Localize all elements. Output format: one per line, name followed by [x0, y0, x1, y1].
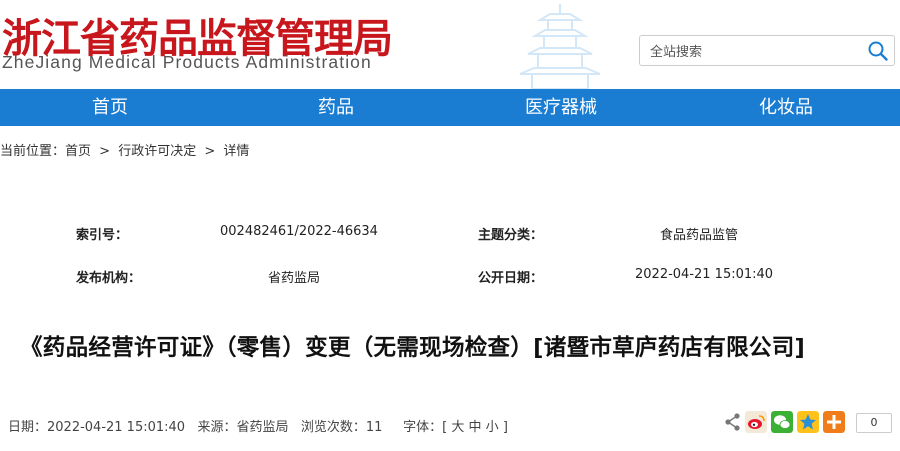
- index-label: 索引号：: [76, 228, 129, 243]
- breadcrumb-home[interactable]: 首页: [65, 144, 91, 159]
- font-size-label: 字体：[: [403, 420, 448, 435]
- search-box: [639, 35, 895, 66]
- font-size-medium[interactable]: 中: [469, 420, 482, 435]
- more-share-icon[interactable]: [823, 411, 845, 433]
- breadcrumb: 当前位置：首页 > 行政许可决定 > 详情: [0, 140, 253, 159]
- topic-value: 食品药品监管: [660, 228, 739, 243]
- share-icon[interactable]: [724, 411, 742, 433]
- publisher-label: 发布机构：: [76, 271, 142, 286]
- share-count: 0: [856, 413, 892, 433]
- wechat-icon[interactable]: [771, 411, 793, 433]
- nav-item-drugs[interactable]: 药品: [276, 89, 396, 126]
- qzone-icon[interactable]: [797, 411, 819, 433]
- article-info-bar: 日期：2022-04-21 15:01:40 来源：省药监局 浏览次数：11 字…: [8, 416, 508, 435]
- site-header: 浙江省药品监督管理局 ZheJiang Medical Products Adm…: [0, 0, 900, 89]
- article-views: 浏览次数：11: [300, 420, 383, 435]
- breadcrumb-section[interactable]: 行政许可决定: [118, 144, 196, 159]
- weibo-icon[interactable]: [745, 411, 767, 433]
- main-nav: 首页 药品 医疗器械 化妆品: [0, 89, 900, 126]
- search-input[interactable]: [648, 41, 852, 63]
- article-source: 来源：省药监局: [197, 420, 289, 435]
- breadcrumb-separator: >: [204, 144, 216, 159]
- search-icon[interactable]: [867, 40, 889, 62]
- nav-item-medical-devices[interactable]: 医疗器械: [501, 89, 621, 126]
- site-subtitle: ZheJiang Medical Products Administration: [2, 52, 372, 72]
- breadcrumb-current: 详情: [223, 144, 250, 159]
- pagoda-background-icon: [519, 4, 601, 89]
- article-date: 日期：2022-04-21 15:01:40: [8, 420, 186, 435]
- topic-label: 主题分类：: [478, 228, 544, 243]
- breadcrumb-prefix: 当前位置：: [0, 144, 66, 159]
- nav-item-cosmetics[interactable]: 化妆品: [726, 89, 846, 126]
- font-size-large[interactable]: 大: [451, 420, 464, 435]
- publish-date-label: 公开日期：: [478, 271, 544, 286]
- article-title: 《药品经营许可证》（零售）变更（无需现场检查）[诸暨市草庐药店有限公司]: [20, 335, 806, 361]
- index-value: 002482461/2022-46634: [220, 224, 378, 239]
- publish-date-value: 2022-04-21 15:01:40: [635, 267, 774, 282]
- nav-item-home[interactable]: 首页: [50, 89, 170, 126]
- font-size-close: ]: [502, 420, 508, 435]
- font-size-small[interactable]: 小: [486, 420, 499, 435]
- publisher-value: 省药监局: [268, 271, 321, 286]
- breadcrumb-separator: >: [99, 144, 111, 159]
